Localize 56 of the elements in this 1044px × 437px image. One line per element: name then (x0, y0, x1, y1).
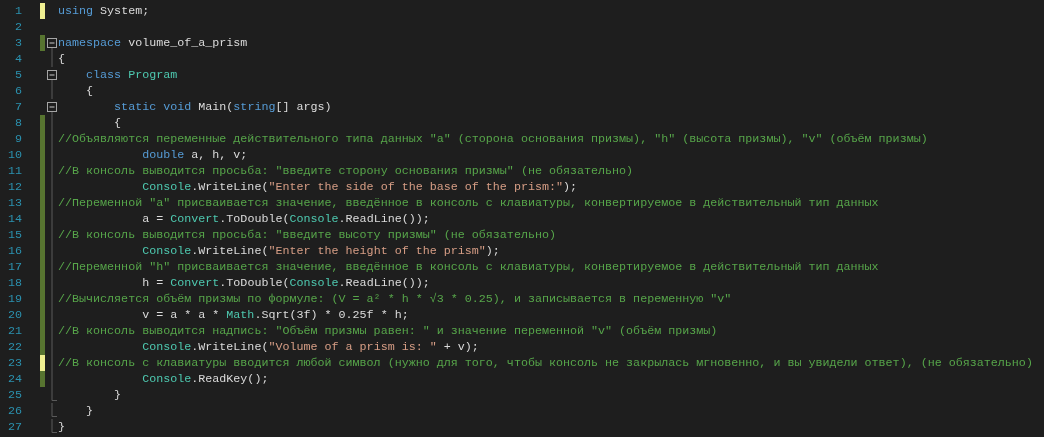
code-line: class Program (85, 67, 178, 83)
line-number: 10 (6, 147, 22, 163)
line-number: 9 (14, 131, 22, 147)
code-line: //Объявляются переменные действительного типа данных "a" (сторона основания призмы), "h" (высота призмы), "v" (объём призмы) (58, 131, 928, 147)
code-line: using System; (58, 3, 150, 19)
line-number: 26 (6, 403, 22, 419)
collapse-icon[interactable] (46, 35, 58, 51)
line-number: 25 (6, 387, 22, 403)
code-line: //В консоль с клавиатуры вводится любой символ (нужно для того, чтобы консоль не закрылась мгновенно, и вы увидели ответ), (не обязательно) (58, 355, 1033, 371)
line-number: 27 (6, 419, 22, 435)
code-line: { (113, 115, 122, 131)
line-number: 24 (6, 371, 22, 387)
collapse-icon[interactable] (46, 99, 58, 115)
line-number: 17 (6, 259, 22, 275)
code-line: namespace volume_of_a_prism (58, 35, 248, 51)
code-line: Console.WriteLine("Enter the height of the prism"); (141, 243, 500, 259)
code-line: } (85, 403, 94, 419)
code-line: //Переменной "h" присваивается значение, введённое в консоль с клавиатуры, конвертируемое в действительный тип данных (58, 259, 879, 275)
code-line: a = Convert.ToDouble(Console.ReadLine()); (141, 211, 430, 227)
code-line: Console.ReadKey(); (141, 371, 269, 387)
line-number: 19 (6, 291, 22, 307)
code-line: double a, h, v; (141, 147, 248, 163)
code-line: { (85, 83, 94, 99)
line-number: 15 (6, 227, 22, 243)
line-number: 2 (14, 19, 22, 35)
line-number: 20 (6, 307, 22, 323)
code-line: } (58, 419, 65, 435)
line-number: 16 (6, 243, 22, 259)
line-number: 14 (6, 211, 22, 227)
line-number: 4 (14, 51, 22, 67)
code-line: Console.WriteLine("Enter the side of the base of the prism:"); (141, 179, 578, 195)
code-line: h = Convert.ToDouble(Console.ReadLine()); (141, 275, 430, 291)
code-line: Console.WriteLine("Volume of a prism is: " + v); (141, 339, 479, 355)
code-line: } (113, 387, 122, 403)
code-line: { (58, 51, 65, 67)
line-number: 13 (6, 195, 22, 211)
line-number: 11 (6, 163, 22, 179)
code-line: //В консоль выводится надпись: "Объём призмы равен: " и значение переменной "v" (объём призмы) (58, 323, 718, 339)
code-line: //Переменной "a" присваивается значение, введённое в консоль с клавиатуры, конвертируемое в действительный тип данных (58, 195, 879, 211)
line-number: 5 (14, 67, 22, 83)
code-line: static void Main(string[] args) (113, 99, 332, 115)
line-number: 12 (6, 179, 22, 195)
code-line: //Вычисляется объём призмы по формуле: (V = a² * h * √3 * 0.25), и записывается в переменную "v" (58, 291, 732, 307)
line-number: 3 (14, 35, 22, 51)
line-number: 18 (6, 275, 22, 291)
line-number: 6 (14, 83, 22, 99)
code-line: //В консоль выводится просьба: "введите высоту призмы" (не обязательно) (58, 227, 556, 243)
code-line: //В консоль выводится просьба: "введите сторону основания призмы" (не обязательно) (58, 163, 634, 179)
line-number: 7 (14, 99, 22, 115)
line-number: 23 (6, 355, 22, 371)
collapse-icon[interactable] (46, 67, 58, 83)
line-number: 21 (6, 323, 22, 339)
line-number: 22 (6, 339, 22, 355)
line-number: 8 (14, 115, 22, 131)
code-line: v = a * a * Math.Sqrt(3f) * 0.25f * h; (141, 307, 409, 323)
line-number: 1 (14, 3, 22, 19)
